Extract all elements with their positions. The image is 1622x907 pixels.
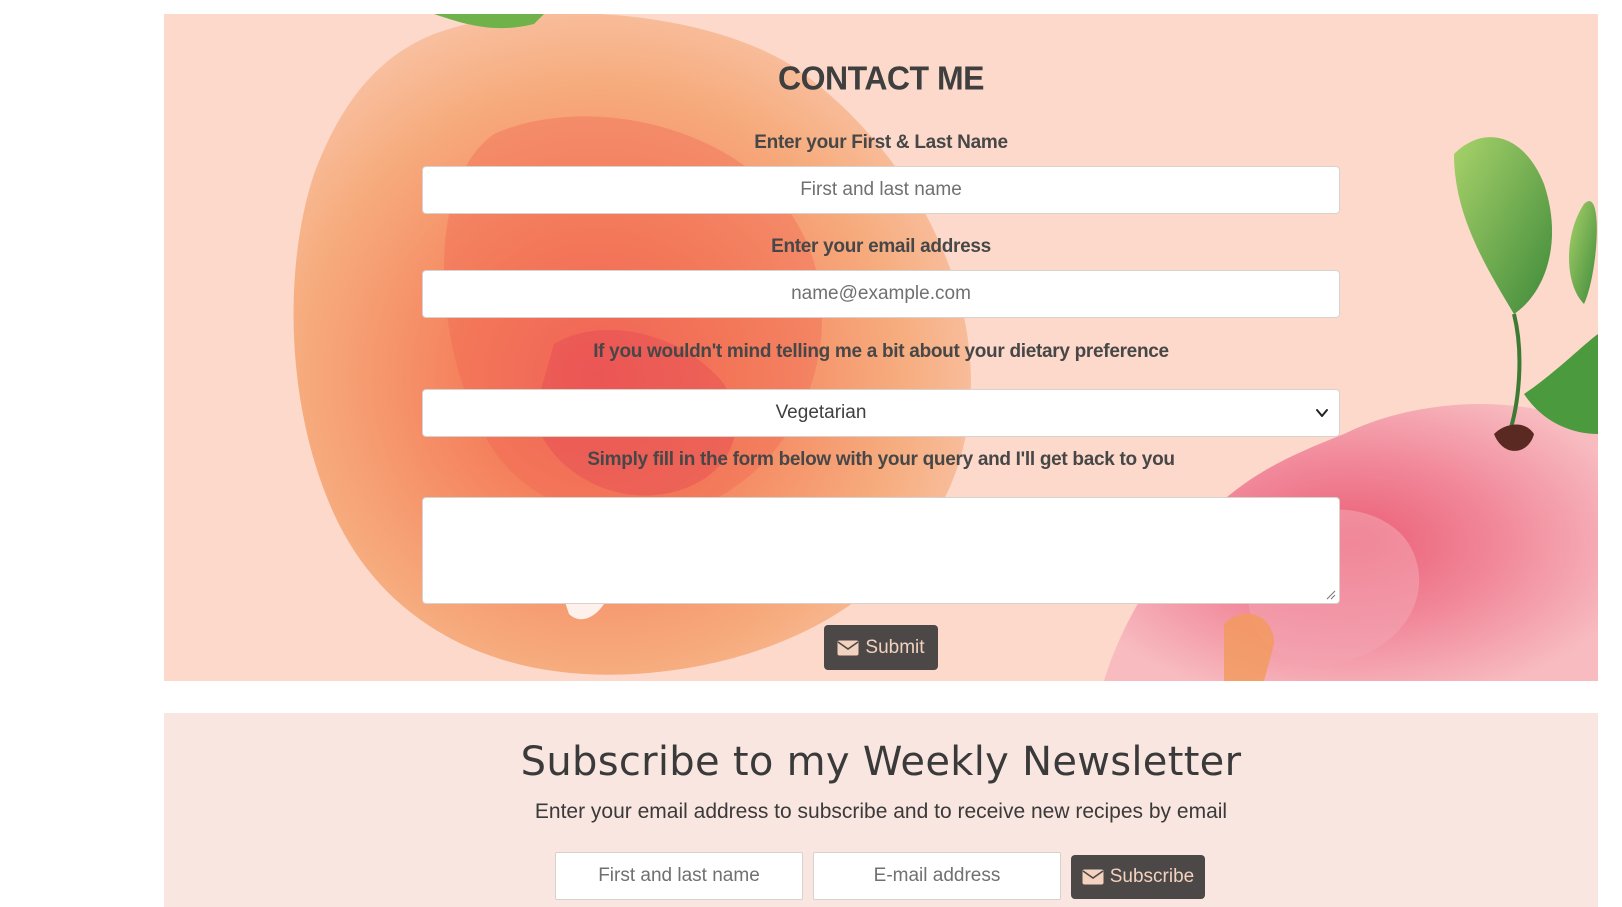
chevron-down-icon: [1316, 409, 1328, 417]
submit-button[interactable]: Submit: [824, 625, 938, 670]
envelope-icon: [837, 640, 859, 655]
envelope-icon: [1082, 869, 1104, 885]
diet-select[interactable]: Vegetarian: [422, 389, 1340, 437]
subscribe-label: Subscribe: [1109, 866, 1195, 887]
newsletter-subtitle: Enter your email address to subscribe an…: [534, 800, 1228, 823]
contact-title: CONTACT ME: [778, 59, 984, 97]
newsletter-email-input[interactable]: [813, 852, 1061, 900]
query-label: Simply fill in the form below with your …: [587, 449, 1175, 470]
contact-name-input[interactable]: [422, 166, 1340, 214]
name-label: Enter your First & Last Name: [754, 132, 1008, 153]
subscribe-button[interactable]: Subscribe: [1071, 855, 1205, 899]
newsletter-name-input[interactable]: [555, 852, 803, 900]
resize-grip-icon[interactable]: [1325, 589, 1336, 600]
newsletter-title: Subscribe to my Weekly Newsletter: [520, 739, 1242, 785]
contact-email-input[interactable]: [422, 270, 1340, 318]
diet-select-value: Vegetarian: [775, 402, 867, 423]
submit-label: Submit: [865, 636, 925, 658]
diet-label: If you wouldn't mind telling me a bit ab…: [593, 341, 1169, 362]
email-label: Enter your email address: [771, 236, 991, 257]
contact-section: CONTACT ME Enter your First & Last Name …: [164, 14, 1598, 681]
newsletter-section: Subscribe to my Weekly Newsletter Enter …: [164, 713, 1598, 907]
query-textarea[interactable]: [422, 497, 1340, 604]
